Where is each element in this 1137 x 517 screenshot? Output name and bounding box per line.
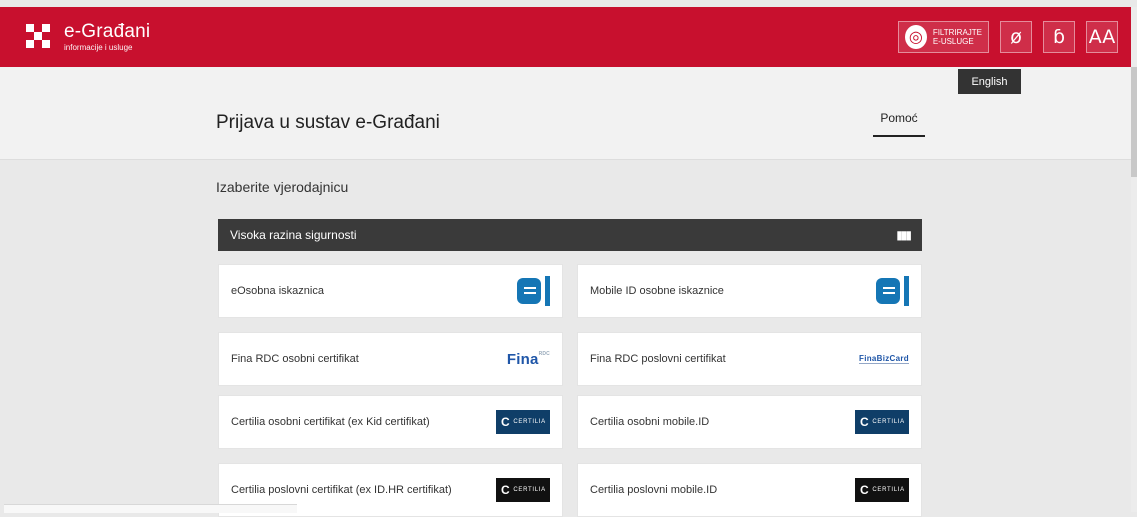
language-selector[interactable]: English bbox=[958, 69, 1021, 94]
brand-title: e-Građani bbox=[64, 21, 151, 42]
credential-card-fina-personal[interactable]: Fina RDC osobni certifikat FinaRDC bbox=[218, 332, 563, 386]
credential-label: eOsobna iskaznica bbox=[231, 285, 324, 297]
globe-icon: ◎ bbox=[905, 25, 927, 49]
e-gradani-logo[interactable]: e-Građani informacije i usluge bbox=[26, 22, 150, 52]
credential-label: Fina RDC poslovni certifikat bbox=[590, 353, 726, 365]
credential-label: Certilia osobni mobile.ID bbox=[590, 416, 710, 428]
credential-label: Fina RDC osobni certifikat bbox=[231, 353, 359, 365]
credential-label: Mobile ID osobne iskaznice bbox=[590, 285, 724, 297]
help-link[interactable]: Pomoć bbox=[873, 111, 925, 137]
certilia-logo-icon: C CERTILIA bbox=[496, 478, 550, 502]
eoi-logo-icon bbox=[876, 276, 909, 307]
certilia-logo-icon: C CERTILIA bbox=[855, 478, 909, 502]
signal-bars-icon: ▮▮▮ bbox=[896, 228, 912, 242]
credential-card-certilia-business-mobile[interactable]: Certilia poslovni mobile.ID C CERTILIA bbox=[577, 463, 922, 517]
credential-card-mobile-id[interactable]: Mobile ID osobne iskaznice bbox=[577, 264, 922, 318]
credential-section-title: Izaberite vjerodajnicu bbox=[216, 179, 349, 195]
credential-card-eosobna[interactable]: eOsobna iskaznica bbox=[218, 264, 563, 318]
credential-card-certilia-personal[interactable]: Certilia osobni certifikat (ex Kid certi… bbox=[218, 395, 563, 449]
credential-card-fina-business[interactable]: Fina RDC poslovni certifikat FinaBizCard bbox=[577, 332, 922, 386]
font-icon[interactable]: ɓ bbox=[1043, 21, 1075, 53]
top-navigation-bar: e-Građani informacije i usluge ◎ FILTRIR… bbox=[0, 7, 1131, 67]
filter-label-line1: FILTRIRAJTE bbox=[932, 28, 982, 37]
scroll-thumb[interactable] bbox=[1131, 67, 1137, 177]
certilia-logo-icon: C CERTILIA bbox=[855, 410, 909, 434]
filter-e-services-button[interactable]: ◎ FILTRIRAJTE E-USLUGE bbox=[898, 21, 989, 53]
checkerboard-logo-icon bbox=[26, 24, 52, 50]
filter-label-line2: E-USLUGE bbox=[932, 37, 974, 46]
eye-slash-icon[interactable]: ø bbox=[1000, 21, 1032, 53]
credential-label: Certilia osobni certifikat (ex Kid certi… bbox=[231, 416, 430, 428]
credential-card-certilia-mobile[interactable]: Certilia osobni mobile.ID C CERTILIA bbox=[577, 395, 922, 449]
credential-label: Certilia poslovni mobile.ID bbox=[590, 484, 718, 496]
security-level-header[interactable]: Visoka razina sigurnosti ▮▮▮ bbox=[218, 219, 922, 251]
fina-logo-icon: FinaRDC bbox=[506, 350, 550, 368]
fina-business-logo-icon: FinaBizCard bbox=[859, 354, 909, 364]
certilia-logo-icon: C CERTILIA bbox=[496, 410, 550, 434]
page-title: Prijava u sustav e-Građani bbox=[216, 112, 440, 133]
eoi-logo-icon bbox=[517, 276, 550, 307]
security-level-label: Visoka razina sigurnosti bbox=[230, 228, 357, 242]
brand-subtitle: informacije i usluge bbox=[64, 43, 133, 52]
credential-label: Certilia poslovni certifikat (ex ID.HR c… bbox=[231, 484, 452, 496]
text-size-icon[interactable]: AA bbox=[1086, 21, 1118, 53]
